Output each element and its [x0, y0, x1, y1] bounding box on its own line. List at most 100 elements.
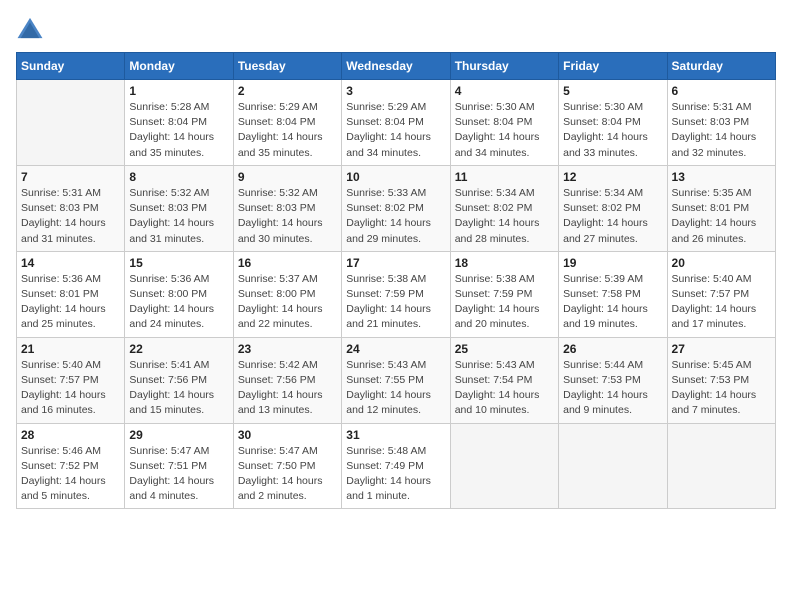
day-number: 8: [129, 170, 228, 184]
calendar-cell: 15Sunrise: 5:36 AM Sunset: 8:00 PM Dayli…: [125, 251, 233, 337]
day-info: Sunrise: 5:33 AM Sunset: 8:02 PM Dayligh…: [346, 186, 445, 247]
logo-icon: [16, 16, 44, 40]
calendar-cell: 25 Sunrise: 5:43 AM Sunset: 7:54 PM Dayli…: [450, 337, 558, 423]
day-number: 11: [455, 170, 554, 184]
calendar-cell: 9Sunrise: 5:32 AM Sunset: 8:03 PM Daylig…: [233, 165, 341, 251]
day-info: Sunrise: 5:47 AM Sunset: 7:51 PM Dayligh…: [129, 444, 228, 505]
calendar-cell: 16 Sunrise: 5:37 AM Sunset: 8:00 PM Dayli…: [233, 251, 341, 337]
calendar-cell: 7Sunrise: 5:31 AM Sunset: 8:03 PM Daylig…: [17, 165, 125, 251]
calendar-table: SundayMondayTuesdayWednesdayThursdayFrid…: [16, 52, 776, 509]
day-number: 12: [563, 170, 662, 184]
day-info: Sunrise: 5:29 AM Sunset: 8:04 PM Dayligh…: [238, 100, 337, 161]
calendar-cell: 22Sunrise: 5:41 AM Sunset: 7:56 PM Dayli…: [125, 337, 233, 423]
day-number: 28: [21, 428, 120, 442]
calendar-cell: 1 Sunrise: 5:28 AM Sunset: 8:04 PM Daylig…: [125, 80, 233, 166]
day-info: Sunrise: 5:28 AM Sunset: 8:04 PM Dayligh…: [129, 100, 228, 161]
calendar-header-row: SundayMondayTuesdayWednesdayThursdayFrid…: [17, 53, 776, 80]
calendar-cell: [559, 423, 667, 509]
calendar-cell: 8 Sunrise: 5:32 AM Sunset: 8:03 PM Daylig…: [125, 165, 233, 251]
day-number: 29: [129, 428, 228, 442]
day-info: Sunrise: 5:40 AM Sunset: 7:57 PM Dayligh…: [21, 358, 120, 419]
calendar-cell: [17, 80, 125, 166]
day-info: Sunrise: 5:43 AM Sunset: 7:54 PM Dayligh…: [455, 358, 554, 419]
calendar-cell: [667, 423, 775, 509]
calendar-cell: 5 Sunrise: 5:30 AM Sunset: 8:04 PM Daylig…: [559, 80, 667, 166]
day-info: Sunrise: 5:32 AM Sunset: 8:03 PM Dayligh…: [129, 186, 228, 247]
calendar-cell: 18 Sunrise: 5:38 AM Sunset: 7:59 PM Dayli…: [450, 251, 558, 337]
calendar-cell: 3 Sunrise: 5:29 AM Sunset: 8:04 PM Daylig…: [342, 80, 450, 166]
day-number: 14: [21, 256, 120, 270]
col-header-friday: Friday: [559, 53, 667, 80]
calendar-cell: 19Sunrise: 5:39 AM Sunset: 7:58 PM Dayli…: [559, 251, 667, 337]
calendar-cell: 26 Sunrise: 5:44 AM Sunset: 7:53 PM Dayli…: [559, 337, 667, 423]
day-info: Sunrise: 5:48 AM Sunset: 7:49 PM Dayligh…: [346, 444, 445, 505]
col-header-sunday: Sunday: [17, 53, 125, 80]
calendar-cell: 28 Sunrise: 5:46 AM Sunset: 7:52 PM Dayli…: [17, 423, 125, 509]
calendar-cell: 23 Sunrise: 5:42 AM Sunset: 7:56 PM Dayli…: [233, 337, 341, 423]
day-number: 25: [455, 342, 554, 356]
day-number: 21: [21, 342, 120, 356]
day-info: Sunrise: 5:47 AM Sunset: 7:50 PM Dayligh…: [238, 444, 337, 505]
calendar-cell: 20 Sunrise: 5:40 AM Sunset: 7:57 PM Dayli…: [667, 251, 775, 337]
day-number: 1: [129, 84, 228, 98]
day-number: 24: [346, 342, 445, 356]
day-info: Sunrise: 5:36 AM Sunset: 8:00 PM Dayligh…: [129, 272, 228, 333]
day-info: Sunrise: 5:38 AM Sunset: 7:59 PM Dayligh…: [455, 272, 554, 333]
day-number: 7: [21, 170, 120, 184]
day-info: Sunrise: 5:46 AM Sunset: 7:52 PM Dayligh…: [21, 444, 120, 505]
calendar-cell: 13 Sunrise: 5:35 AM Sunset: 8:01 PM Dayli…: [667, 165, 775, 251]
day-info: Sunrise: 5:30 AM Sunset: 8:04 PM Dayligh…: [563, 100, 662, 161]
day-info: Sunrise: 5:43 AM Sunset: 7:55 PM Dayligh…: [346, 358, 445, 419]
calendar-cell: 31 Sunrise: 5:48 AM Sunset: 7:49 PM Dayli…: [342, 423, 450, 509]
day-number: 3: [346, 84, 445, 98]
day-number: 13: [672, 170, 771, 184]
day-info: Sunrise: 5:34 AM Sunset: 8:02 PM Dayligh…: [563, 186, 662, 247]
day-info: Sunrise: 5:35 AM Sunset: 8:01 PM Dayligh…: [672, 186, 771, 247]
day-info: Sunrise: 5:45 AM Sunset: 7:53 PM Dayligh…: [672, 358, 771, 419]
calendar-cell: 24 Sunrise: 5:43 AM Sunset: 7:55 PM Dayli…: [342, 337, 450, 423]
col-header-tuesday: Tuesday: [233, 53, 341, 80]
day-number: 16: [238, 256, 337, 270]
day-number: 10: [346, 170, 445, 184]
calendar-cell: 11Sunrise: 5:34 AM Sunset: 8:02 PM Dayli…: [450, 165, 558, 251]
calendar-cell: [450, 423, 558, 509]
calendar-cell: 12 Sunrise: 5:34 AM Sunset: 8:02 PM Dayli…: [559, 165, 667, 251]
day-number: 26: [563, 342, 662, 356]
day-number: 17: [346, 256, 445, 270]
calendar-week-row: 7Sunrise: 5:31 AM Sunset: 8:03 PM Daylig…: [17, 165, 776, 251]
col-header-monday: Monday: [125, 53, 233, 80]
calendar-cell: 21 Sunrise: 5:40 AM Sunset: 7:57 PM Dayli…: [17, 337, 125, 423]
day-info: Sunrise: 5:30 AM Sunset: 8:04 PM Dayligh…: [455, 100, 554, 161]
calendar-cell: 14 Sunrise: 5:36 AM Sunset: 8:01 PM Dayli…: [17, 251, 125, 337]
day-number: 20: [672, 256, 771, 270]
day-number: 2: [238, 84, 337, 98]
col-header-wednesday: Wednesday: [342, 53, 450, 80]
calendar-week-row: 28 Sunrise: 5:46 AM Sunset: 7:52 PM Dayli…: [17, 423, 776, 509]
day-info: Sunrise: 5:40 AM Sunset: 7:57 PM Dayligh…: [672, 272, 771, 333]
day-number: 23: [238, 342, 337, 356]
calendar-week-row: 1 Sunrise: 5:28 AM Sunset: 8:04 PM Daylig…: [17, 80, 776, 166]
calendar-cell: 27 Sunrise: 5:45 AM Sunset: 7:53 PM Dayli…: [667, 337, 775, 423]
logo: [16, 16, 48, 40]
day-number: 19: [563, 256, 662, 270]
day-number: 18: [455, 256, 554, 270]
day-info: Sunrise: 5:44 AM Sunset: 7:53 PM Dayligh…: [563, 358, 662, 419]
day-info: Sunrise: 5:38 AM Sunset: 7:59 PM Dayligh…: [346, 272, 445, 333]
day-info: Sunrise: 5:42 AM Sunset: 7:56 PM Dayligh…: [238, 358, 337, 419]
day-info: Sunrise: 5:29 AM Sunset: 8:04 PM Dayligh…: [346, 100, 445, 161]
col-header-saturday: Saturday: [667, 53, 775, 80]
calendar-cell: 2 Sunrise: 5:29 AM Sunset: 8:04 PM Daylig…: [233, 80, 341, 166]
day-number: 5: [563, 84, 662, 98]
col-header-thursday: Thursday: [450, 53, 558, 80]
calendar-week-row: 14 Sunrise: 5:36 AM Sunset: 8:01 PM Dayli…: [17, 251, 776, 337]
day-info: Sunrise: 5:31 AM Sunset: 8:03 PM Dayligh…: [672, 100, 771, 161]
day-number: 27: [672, 342, 771, 356]
calendar-cell: 29 Sunrise: 5:47 AM Sunset: 7:51 PM Dayli…: [125, 423, 233, 509]
day-info: Sunrise: 5:32 AM Sunset: 8:03 PM Dayligh…: [238, 186, 337, 247]
day-number: 31: [346, 428, 445, 442]
day-info: Sunrise: 5:36 AM Sunset: 8:01 PM Dayligh…: [21, 272, 120, 333]
day-number: 6: [672, 84, 771, 98]
calendar-cell: 6 Sunrise: 5:31 AM Sunset: 8:03 PM Daylig…: [667, 80, 775, 166]
day-info: Sunrise: 5:37 AM Sunset: 8:00 PM Dayligh…: [238, 272, 337, 333]
day-number: 30: [238, 428, 337, 442]
